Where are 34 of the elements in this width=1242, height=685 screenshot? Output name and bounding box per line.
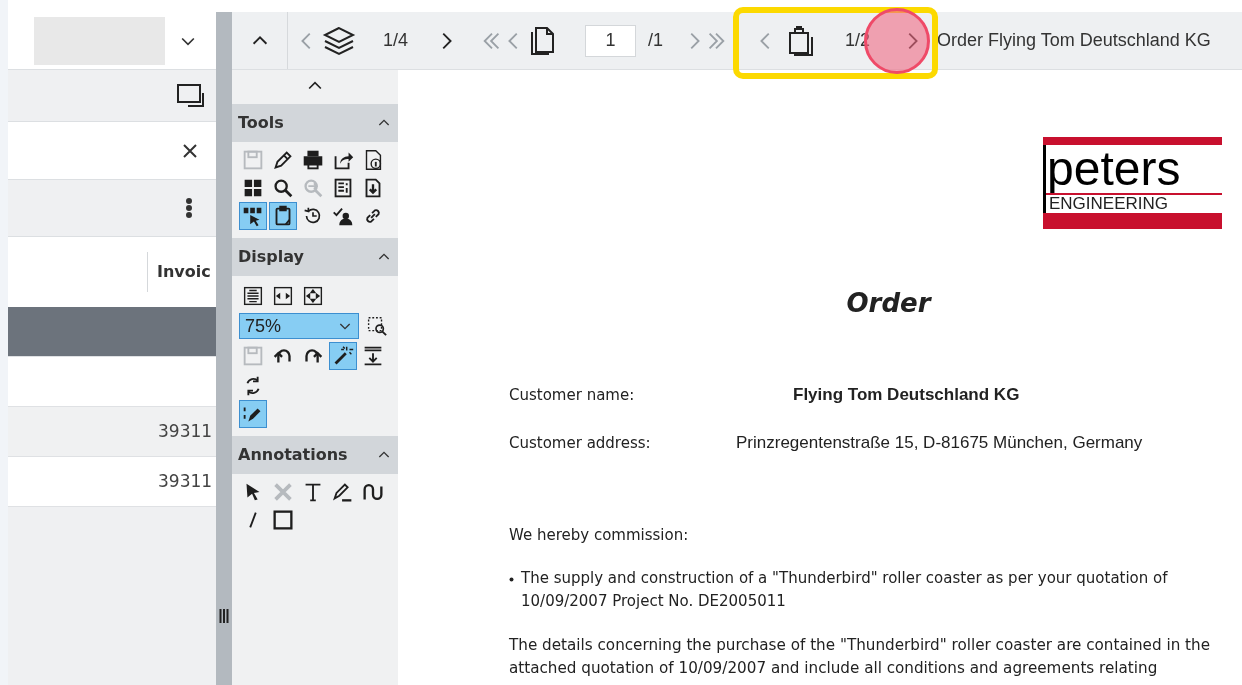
page-field[interactable]: 1 (585, 24, 636, 57)
document-title: Order Flying Tom Deutschland KG (937, 29, 1211, 52)
intro-text: We hereby commission: (509, 525, 690, 546)
layers-icon[interactable] (322, 25, 356, 56)
section-header: Display (238, 246, 304, 268)
layer-counter: 1/4 (383, 29, 410, 52)
more-icon[interactable] (186, 198, 192, 218)
field-label: Customer address: (509, 432, 652, 454)
paragraph-text: The details concerning the purchase of the "Thunderbird" roller coaster are contained in the attached quotation of 10/09/2007 and include all conditions and agreements relating (509, 634, 1211, 679)
close-icon[interactable] (182, 142, 198, 159)
clipboard-stack-icon[interactable] (787, 24, 815, 57)
document-heading: Order (846, 287, 931, 320)
logo-wordmark: peters (1046, 145, 1181, 193)
document-icon[interactable] (529, 25, 555, 56)
clipboard-icon[interactable] (269, 202, 297, 230)
table-row[interactable]: 39311 (8, 457, 216, 507)
maximize-icon[interactable] (176, 82, 206, 109)
edit-pen-icon[interactable] (239, 400, 267, 428)
logo-tagline: ENGINEERING (1048, 195, 1169, 213)
section-header: Annotations (238, 444, 348, 466)
table-cell-text: 39311 (158, 469, 214, 493)
page-total: /1 (648, 29, 663, 52)
field-value: Flying Tom Deutschland KG (792, 384, 1020, 407)
table-cell-text: 39311 (158, 419, 214, 443)
column-header[interactable]: Invoic (157, 260, 216, 284)
zoom-dropdown[interactable]: 75% (239, 313, 360, 339)
field-label: Customer name: (509, 384, 636, 406)
text-cursor-icon[interactable] (239, 202, 267, 230)
splitter-handle-icon[interactable] (219, 609, 229, 623)
section-header: Tools (238, 112, 284, 134)
bullet-icon (509, 576, 514, 582)
field-value: Prinzregentenstraße 15, D-81675 München, Germany (735, 432, 1143, 455)
bullet-text: The supply and construction of a "Thunderbird" roller coaster as per your quotation of 10/09/2007 Project No. DE2005011 (521, 567, 1169, 612)
magic-wand-icon[interactable] (329, 342, 357, 370)
